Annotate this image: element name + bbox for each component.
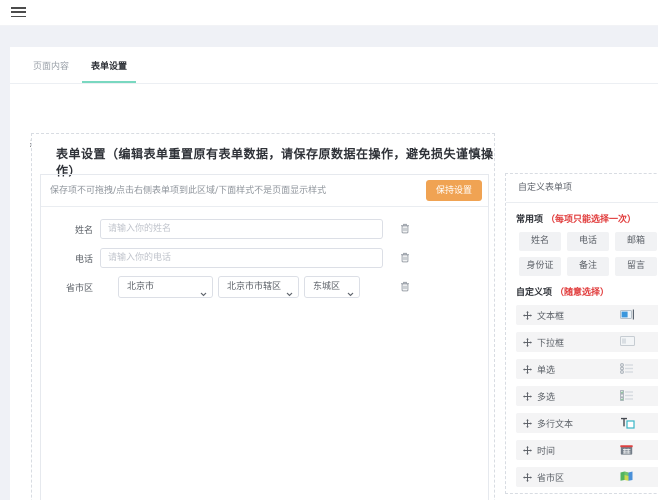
form-field-row: 电话 — [41, 247, 413, 269]
content-card: 页面内容表单设置 表单设置 表单设置（编辑表单重置原有表单数据，请保存原数据在操… — [10, 47, 658, 500]
custom-items-label: 自定义项 — [516, 288, 553, 298]
common-item-button[interactable]: 姓名 — [519, 232, 561, 251]
custom-item-row[interactable]: 多选 — [516, 386, 658, 406]
common-item-button[interactable]: 电话 — [567, 232, 609, 251]
custom-item-row[interactable]: 单选 — [516, 359, 658, 379]
form-field-row: 姓名 — [41, 218, 413, 240]
field-label: 姓名 — [74, 225, 93, 236]
delete-field-icon[interactable] — [400, 223, 410, 234]
custom-items-heading: 自定义项 （随意选择） — [516, 285, 658, 298]
drop-area-hint: 保存项不可拖拽/点击右侧表单项到此区域/下面样式不是页面显示样式 — [50, 186, 327, 196]
custom-item-row[interactable]: 时间 — [516, 440, 658, 460]
radio-list-icon — [620, 363, 634, 374]
tabs-bar: 页面内容 表单设置 — [10, 47, 658, 84]
move-icon — [523, 337, 532, 347]
custom-item-label: 省市区 — [537, 473, 565, 484]
custom-item-row[interactable]: 文本框 — [516, 305, 658, 325]
hamburger-menu-icon[interactable] — [11, 7, 26, 19]
common-item-button[interactable]: 身份证 — [519, 257, 561, 276]
custom-item-label: 多行文本 — [537, 419, 574, 430]
map-icon — [620, 471, 633, 481]
delete-field-icon[interactable] — [400, 252, 410, 263]
region-select-value: 东城区 — [313, 282, 341, 292]
common-items-label: 常用项 — [516, 215, 544, 225]
calendar-icon — [620, 444, 633, 455]
common-item-button[interactable]: 邮箱 — [615, 232, 657, 251]
move-icon — [523, 364, 532, 374]
textarea-icon — [620, 417, 635, 429]
custom-item-row[interactable]: 下拉框 — [516, 332, 658, 352]
tab-1[interactable]: 表单设置 — [82, 53, 137, 83]
region-select-value: 北京市市辖区 — [227, 282, 282, 292]
custom-item-row[interactable]: 多行文本 — [516, 413, 658, 433]
custom-item-label: 文本框 — [537, 311, 565, 322]
region-select-value: 北京市 — [127, 282, 155, 292]
custom-items-panel: 自定义表单项 常用项 （每项只能选择一次） 姓名 电话 邮箱 身份证 备注 留言 自定义项（… — [505, 173, 658, 494]
custom-item-label: 时间 — [537, 446, 556, 457]
form-editor-box: 保存项不可拖拽/点击右侧表单项到此区域/下面样式不是页面显示样式 保持设置 姓名… — [40, 174, 489, 500]
form-drop-area: 表单设置（编辑表单重置原有表单数据，请保存原数据在操作，避免损失谨慎操作） 保存… — [31, 133, 495, 500]
common-items-note: （每项只能选择一次） — [546, 215, 637, 225]
common-items-heading: 常用项 （每项只能选择一次） — [516, 212, 658, 225]
checkbox-list-icon — [620, 390, 634, 401]
tab-0[interactable]: 页面内容 — [24, 53, 78, 83]
common-item-button[interactable]: 备注 — [567, 257, 609, 276]
field-text-input[interactable] — [100, 248, 383, 268]
page-root: 页面内容表单设置 表单设置 表单设置（编辑表单重置原有表单数据，请保存原数据在操… — [0, 0, 658, 500]
custom-item-label: 多选 — [537, 392, 556, 403]
field-text-input[interactable] — [100, 219, 383, 239]
common-items-grid: 姓名 电话 邮箱身份证 备注 留言 — [519, 232, 658, 282]
chevron-down-icon — [347, 285, 354, 305]
field-label: 电话 — [74, 254, 93, 265]
field-label: 省市区 — [65, 283, 93, 294]
move-icon — [523, 310, 532, 320]
move-icon — [523, 418, 532, 428]
top-navbar — [0, 0, 658, 26]
move-icon — [523, 472, 532, 482]
region-select[interactable]: 东城区 — [304, 276, 360, 298]
custom-item-label: 下拉框 — [537, 338, 565, 349]
custom-items-panel-body: 常用项 （每项只能选择一次） 姓名 电话 邮箱身份证 备注 留言 自定义项 （随意选择） 文… — [506, 203, 658, 487]
chevron-down-icon — [200, 285, 207, 305]
region-select[interactable]: 北京市市辖区 — [218, 276, 299, 298]
dropdown-icon — [620, 336, 635, 346]
common-item-button[interactable]: 留言 — [615, 257, 657, 276]
custom-items-note: （随意选择） — [555, 288, 610, 298]
move-icon — [523, 391, 532, 401]
custom-item-label: 单选 — [537, 365, 556, 376]
custom-items-panel-title: 自定义表单项 — [506, 174, 658, 203]
save-settings-button[interactable]: 保持设置 — [425, 180, 482, 201]
delete-field-icon[interactable] — [400, 281, 410, 292]
custom-item-row[interactable]: 省市区 — [516, 467, 658, 487]
form-field-row: 省市区 北京市 北京市市辖区 东城区 — [41, 276, 413, 298]
region-select[interactable]: 北京市 — [118, 276, 213, 298]
form-fields-list: 姓名电话省市区 北京市 北京市市辖区 东城区 — [41, 207, 488, 298]
form-editor-header: 保存项不可拖拽/点击右侧表单项到此区域/下面样式不是页面显示样式 保持设置 — [41, 175, 488, 207]
textbox-icon — [620, 309, 635, 320]
custom-items-list: 文本框下拉框单选多选多行文本时间省市区 — [516, 305, 658, 487]
move-icon — [523, 445, 532, 455]
chevron-down-icon — [286, 285, 293, 305]
